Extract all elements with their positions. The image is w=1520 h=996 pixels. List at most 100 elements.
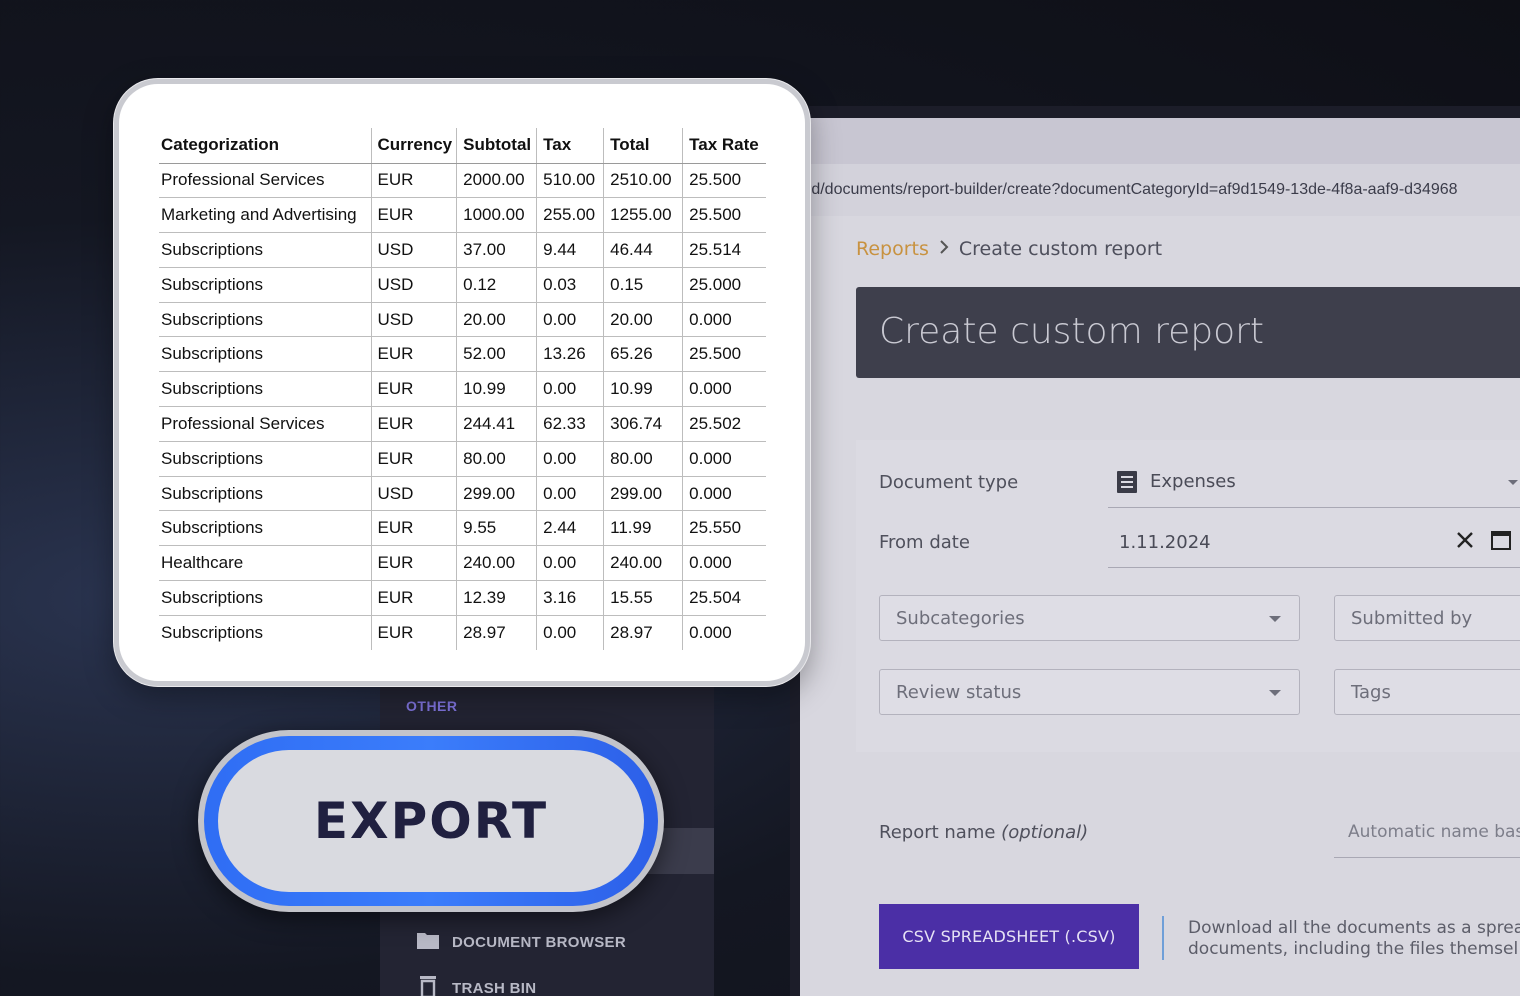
table-body: Professional Services EUR 2000.00 510.00 251… — [159, 163, 766, 651]
report-name-label-text: Report name — [879, 822, 996, 843]
report-name-underline — [1334, 857, 1520, 858]
cell-currency: EUR — [370, 580, 457, 616]
sidebar-item-document-browser[interactable]: DOCUMENT BROWSER — [416, 930, 626, 954]
url-text[interactable]: rd/documents/report-builder/create?docum… — [806, 181, 1458, 199]
cell-total: 0.15 — [603, 267, 683, 303]
cell-total: 306.74 — [603, 406, 683, 442]
table-row: Subscriptions USD 20.00 0.00 20.00 0.000 — [159, 302, 766, 338]
cell-tax-rate: 0.000 — [682, 545, 766, 582]
cell-subtotal: 2000.00 — [456, 163, 537, 199]
from-date-input[interactable]: 1.11.2024 — [1108, 520, 1520, 568]
cell-tax-rate: 25.504 — [682, 580, 766, 616]
cell-tax: 13.26 — [536, 336, 604, 373]
calendar-icon[interactable] — [1490, 529, 1512, 556]
table-row: Marketing and Advertising EUR 1000.00 255.0… — [159, 197, 766, 234]
document-type-label: Document type — [879, 472, 1019, 493]
csv-description-line-2: documents, including the files themsel — [1188, 939, 1519, 959]
cell-tax-rate: 0.000 — [682, 371, 766, 408]
clear-icon[interactable] — [1456, 531, 1474, 554]
cell-tax-rate: 0.000 — [682, 615, 766, 651]
cell-subtotal: 12.39 — [456, 580, 537, 616]
table-row: Subscriptions EUR 10.99 0.00 10.99 0.000 — [159, 371, 766, 408]
table-row: Subscriptions EUR 9.55 2.44 11.99 25.550 — [159, 510, 766, 547]
subcategories-placeholder: Subcategories — [896, 608, 1025, 629]
cell-currency: EUR — [370, 336, 457, 373]
cell-tax-rate: 25.502 — [682, 406, 766, 442]
sidebar-item-trash-bin[interactable]: TRASH BIN — [416, 975, 536, 996]
cell-total: 80.00 — [603, 441, 683, 477]
cell-categorization: Professional Services — [159, 163, 371, 199]
document-type-value: Expenses — [1150, 471, 1236, 492]
csv-export-button[interactable]: CSV SPREADSHEET (.CSV) — [879, 904, 1139, 969]
cell-subtotal: 28.97 — [456, 615, 537, 651]
cell-currency: EUR — [370, 545, 457, 582]
cell-categorization: Subscriptions — [159, 232, 371, 268]
cell-currency: USD — [370, 267, 457, 303]
cell-tax-rate: 25.550 — [682, 510, 766, 547]
cell-tax: 0.00 — [536, 302, 604, 338]
column-header-total: Total — [603, 128, 683, 164]
cell-subtotal: 299.00 — [456, 476, 537, 512]
from-date-label: From date — [879, 532, 970, 553]
cell-tax-rate: 25.500 — [682, 336, 766, 373]
review-status-placeholder: Review status — [896, 682, 1022, 703]
browser-tab-bar — [800, 118, 1520, 164]
cell-subtotal: 10.99 — [456, 371, 537, 408]
cell-categorization: Professional Services — [159, 406, 371, 442]
cell-categorization: Marketing and Advertising — [159, 197, 371, 234]
cell-total: 2510.00 — [603, 163, 683, 199]
folder-icon — [416, 930, 440, 954]
cell-tax: 2.44 — [536, 510, 604, 547]
breadcrumb-reports-link[interactable]: Reports — [856, 238, 929, 260]
cell-tax-rate: 0.000 — [682, 476, 766, 512]
csv-description-line-1: Download all the documents as a sprea — [1188, 918, 1520, 938]
cell-categorization: Subscriptions — [159, 267, 371, 303]
cell-tax: 0.00 — [536, 441, 604, 477]
cell-currency: EUR — [370, 197, 457, 234]
cell-tax: 3.16 — [536, 580, 604, 616]
cell-currency: EUR — [370, 510, 457, 547]
cell-total: 10.99 — [603, 371, 683, 408]
cell-categorization: Subscriptions — [159, 580, 371, 616]
cell-tax: 0.00 — [536, 615, 604, 651]
chevron-down-icon — [1269, 616, 1281, 622]
cell-subtotal: 80.00 — [456, 441, 537, 477]
csv-description: Download all the documents as a sprea do… — [1188, 918, 1520, 960]
cell-tax: 62.33 — [536, 406, 604, 442]
table-row: Subscriptions EUR 28.97 0.00 28.97 0.000 — [159, 615, 766, 651]
sidebar-item-label: DOCUMENT BROWSER — [452, 933, 626, 951]
export-button[interactable]: EXPORT — [218, 750, 644, 892]
cell-total: 240.00 — [603, 545, 683, 582]
cell-total: 20.00 — [603, 302, 683, 338]
cell-categorization: Subscriptions — [159, 302, 371, 338]
page-header: Create custom report — [856, 287, 1520, 378]
tags-select[interactable]: Tags — [1334, 669, 1520, 715]
document-type-select[interactable]: Expenses — [1108, 460, 1520, 508]
submitted-by-select[interactable]: Submitted by — [1334, 595, 1520, 641]
cell-subtotal: 9.55 — [456, 510, 537, 547]
cell-categorization: Subscriptions — [159, 441, 371, 477]
cell-tax: 9.44 — [536, 232, 604, 268]
cell-currency: EUR — [370, 163, 457, 199]
cell-currency: USD — [370, 302, 457, 338]
table-row: Subscriptions USD 0.12 0.03 0.15 25.000 — [159, 267, 766, 303]
column-header-currency: Currency — [370, 128, 457, 164]
chevron-down-icon — [1508, 480, 1518, 485]
column-header-tax: Tax — [536, 128, 604, 164]
cell-categorization: Subscriptions — [159, 476, 371, 512]
from-date-underline — [1108, 567, 1520, 568]
cell-categorization: Healthcare — [159, 545, 371, 582]
review-status-select[interactable]: Review status — [879, 669, 1300, 715]
report-name-label: Report name (optional) — [879, 822, 1088, 843]
cell-tax-rate: 0.000 — [682, 441, 766, 477]
document-type-underline — [1108, 507, 1520, 508]
sidebar-section-other: OTHER — [406, 698, 458, 714]
cell-total: 15.55 — [603, 580, 683, 616]
cell-currency: EUR — [370, 406, 457, 442]
cell-categorization: Subscriptions — [161, 623, 264, 642]
cell-tax-rate: 0.000 — [682, 302, 766, 338]
subcategories-select[interactable]: Subcategories — [879, 595, 1300, 641]
report-name-placeholder: Automatic name bas — [1348, 822, 1520, 842]
cell-currency: EUR — [370, 615, 457, 651]
report-name-input[interactable]: Automatic name bas — [1334, 810, 1520, 858]
